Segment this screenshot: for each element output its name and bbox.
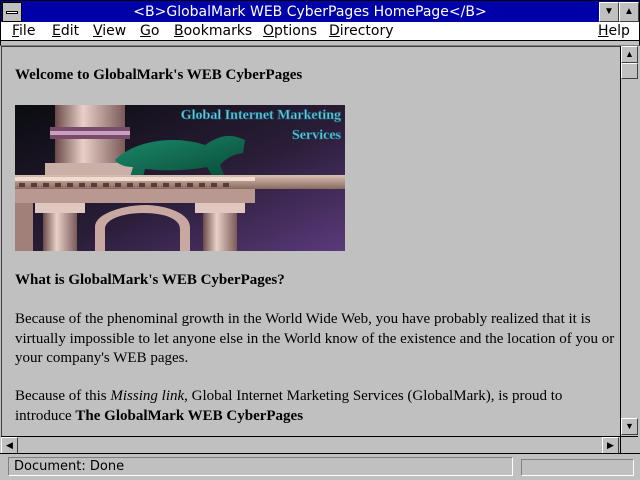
horizontal-scrollbar[interactable]: ◀ ▶ xyxy=(1,436,620,454)
menu-bookmarks[interactable]: Bookmarks xyxy=(174,23,252,40)
vertical-scroll-thumb[interactable] xyxy=(621,63,638,79)
missing-link-paragraph: Because of this Missing link, Global Int… xyxy=(15,388,563,424)
vertical-scrollbar[interactable]: ▲ ▼ xyxy=(620,46,638,436)
banner-title-line2: Services xyxy=(292,128,342,143)
cyberpages-name: The GlobalMark WEB CyberPages xyxy=(75,407,304,424)
menu-bar: File Edit View Go Bookmarks Options Dire… xyxy=(0,22,640,41)
menu-directory[interactable]: Directory xyxy=(329,23,394,40)
banner-title-line1: Global Internet Marketing xyxy=(181,108,341,123)
scroll-down-button[interactable]: ▼ xyxy=(621,418,638,435)
status-bar: Document: Done xyxy=(0,453,640,480)
banner-image[interactable]: Global Internet Marketing Services xyxy=(15,105,345,251)
menu-view[interactable]: View xyxy=(93,23,126,40)
missing-link-text: Missing link xyxy=(110,388,185,404)
scroll-right-button[interactable]: ▶ xyxy=(602,437,619,454)
title-bar: <B>GlobalMark WEB CyberPages HomePage</B… xyxy=(0,0,640,22)
menu-options[interactable]: Options xyxy=(263,23,317,40)
menu-go[interactable]: Go xyxy=(140,23,159,40)
menu-edit[interactable]: Edit xyxy=(52,23,79,40)
intro-paragraph: Because of the phenominal growth in the … xyxy=(15,311,615,366)
welcome-heading: Welcome to GlobalMark's WEB CyberPages xyxy=(15,67,303,83)
scroll-up-button[interactable]: ▲ xyxy=(621,46,638,63)
maximize-button[interactable]: ▲ xyxy=(619,2,639,22)
system-menu-icon[interactable] xyxy=(2,2,22,22)
window-title: <B>GlobalMark WEB CyberPages HomePage</B… xyxy=(133,4,487,20)
scrollbar-corner xyxy=(620,436,638,453)
status-text: Document: Done xyxy=(8,457,513,476)
minimize-button[interactable]: ▼ xyxy=(599,2,619,22)
what-is-heading: What is GlobalMark's WEB CyberPages? xyxy=(15,272,285,288)
menu-file[interactable]: File xyxy=(12,23,35,40)
document-view[interactable]: Welcome to GlobalMark's WEB CyberPages G… xyxy=(1,46,620,436)
scroll-left-button[interactable]: ◀ xyxy=(1,437,18,454)
progress-indicator xyxy=(521,459,634,476)
menu-help[interactable]: Help xyxy=(598,23,630,40)
